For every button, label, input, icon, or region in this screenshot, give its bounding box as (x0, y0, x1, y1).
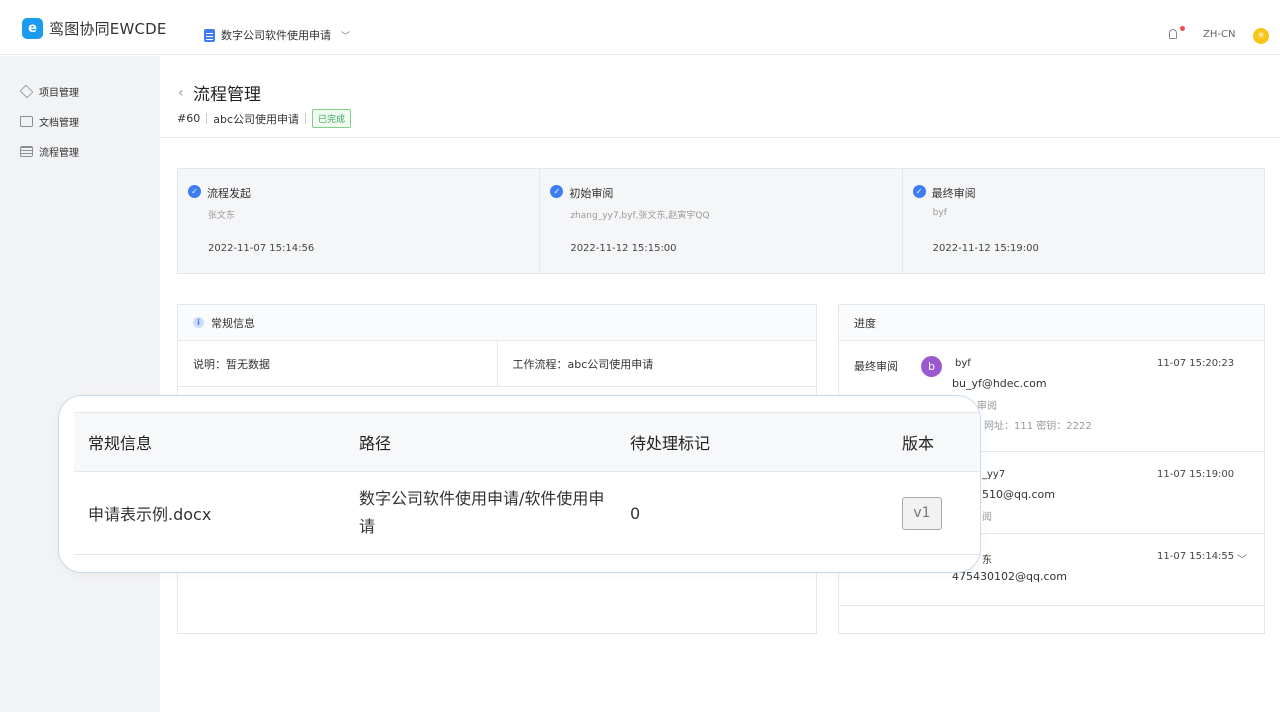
step-time: 2022-11-12 15:15:00 (570, 243, 677, 254)
sidebar: 项目管理 文档管理 流程管理 (0, 56, 160, 712)
process-id: #60 (177, 112, 201, 125)
project-selector[interactable]: 数字公司软件使用申请 ﹀ (204, 27, 350, 43)
progress-email: bu_yf@hdec.com (952, 377, 1047, 390)
column-header: 常规信息 (88, 434, 153, 453)
chevron-down-icon: ﹀ (341, 31, 351, 42)
progress-stage: 最终审阅 (854, 360, 898, 373)
check-circle-icon: ✓ (550, 185, 564, 198)
app-logo-icon[interactable]: e (22, 18, 43, 39)
progress-email: 475430102@qq.com (952, 570, 1067, 583)
step-title: 初始审阅 (569, 187, 614, 200)
progress-user: byf (955, 358, 971, 369)
divider (206, 113, 208, 124)
column-header: 路径 (359, 434, 392, 453)
version-button[interactable]: v1 (902, 496, 942, 530)
description-value: 说明：暂无数据 (193, 357, 270, 371)
progress-time: 11-07 15:20:23 (1157, 358, 1235, 369)
file-name[interactable]: 申请表示例.docx (88, 501, 211, 525)
panel-title: 进度 (839, 305, 1264, 341)
chevron-down-icon[interactable]: ﹀ (1237, 551, 1247, 566)
process-summary: #60 abc公司使用申请 已完成 (177, 109, 352, 128)
progress-user: 东 (982, 555, 992, 566)
step-time: 2022-11-12 15:19:00 (932, 243, 1039, 254)
progress-note: 阅 (982, 512, 992, 523)
process-steps: ✓ 流程发起 张文东 2022-11-07 15:14:56 ✓ 初始审阅 zh… (177, 168, 1265, 274)
sidebar-item-label: 文档管理 (39, 118, 79, 129)
step-assignees: 张文东 (208, 211, 236, 221)
info-row: 说明：暂无数据 工作流程：abc公司使用申请 (178, 341, 816, 387)
divider (305, 113, 306, 124)
panel-header: i 常规信息 (178, 305, 816, 341)
step-time: 2022-11-07 15:14:56 (208, 243, 315, 254)
step-initiate: ✓ 流程发起 张文东 2022-11-07 15:14:56 (178, 169, 541, 273)
progress-time: 11-07 15:19:00 (1157, 469, 1235, 480)
pending-marks: 0 (630, 503, 641, 523)
back-arrow-icon[interactable]: ‹ (178, 85, 184, 101)
column-header: 版本 (902, 434, 935, 453)
page-title: 流程管理 (193, 85, 261, 105)
progress-email: 510@qq.com (982, 488, 1055, 501)
panel-title: 常规信息 (211, 316, 255, 330)
step-title: 流程发起 (207, 187, 251, 200)
progress-note: 审阅 (977, 401, 997, 412)
process-name: abc公司使用申请 (213, 112, 299, 126)
workflow-value: 工作流程：abc公司使用申请 (496, 341, 817, 386)
table-header: 常规信息 路径 待处理标记 版本 (74, 412, 980, 472)
app-name[interactable]: 鸾图协同EWCDE (49, 18, 167, 39)
file-table: 常规信息 路径 待处理标记 版本 申请表示例.docx 数字公司软件使用申请/软… (74, 412, 980, 555)
step-assignees: byf (932, 208, 947, 218)
user-avatar[interactable]: ✳ (1253, 28, 1269, 44)
bell-icon[interactable] (1169, 29, 1177, 39)
sidebar-item-projects[interactable]: 项目管理 (19, 84, 79, 99)
layers-icon (19, 84, 34, 99)
step-title: 最终审阅 (931, 187, 976, 200)
step-assignees: zhang_yy7,byf,张文东,赵寅宇QQ (570, 211, 710, 221)
file-popup: 常规信息 路径 待处理标记 版本 申请表示例.docx 数字公司软件使用申请/软… (58, 395, 981, 573)
step-final-review: ✓ 最终审阅 byf 2022-11-12 15:19:00 (903, 169, 1264, 273)
sidebar-item-documents[interactable]: 文档管理 (20, 114, 79, 129)
status-badge: 已完成 (312, 109, 352, 128)
column-header: 待处理标记 (630, 434, 711, 453)
sidebar-item-label: 流程管理 (39, 148, 79, 159)
avatar: b (921, 356, 942, 377)
table-row[interactable]: 申请表示例.docx 数字公司软件使用申请/软件使用申请 0 v1 (74, 472, 980, 555)
check-circle-icon: ✓ (912, 185, 926, 198)
language-switch[interactable]: ZH-CN (1203, 29, 1235, 40)
info-icon: i (193, 317, 204, 328)
progress-note: 网址：111 密钥：2222 (984, 421, 1092, 432)
folder-icon (20, 116, 33, 127)
project-name: 数字公司软件使用申请 (221, 29, 331, 42)
notification-dot (1180, 26, 1185, 31)
sidebar-item-workflows[interactable]: 流程管理 (20, 144, 79, 159)
step-initial-review: ✓ 初始审阅 zhang_yy7,byf,张文东,赵寅宇QQ 2022-11-1… (540, 169, 903, 273)
progress-user: _yy7 (982, 469, 1006, 480)
file-path: 数字公司软件使用申请/软件使用申请 (359, 489, 605, 536)
divider (160, 137, 1280, 138)
sidebar-item-label: 项目管理 (39, 88, 79, 99)
top-bar: e 鸾图协同EWCDE 数字公司软件使用申请 ﹀ ZH-CN ✳ (0, 0, 1280, 55)
progress-time: 11-07 15:14:55 (1157, 551, 1235, 562)
flow-icon (20, 146, 33, 157)
check-circle-icon: ✓ (188, 185, 201, 198)
document-icon (204, 28, 215, 42)
